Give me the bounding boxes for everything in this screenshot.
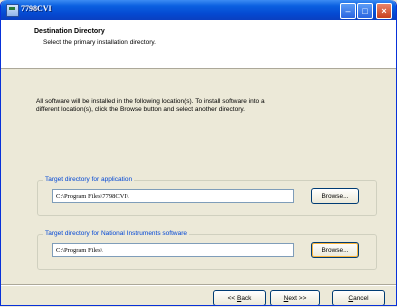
app-directory-label: Target directory for application (43, 176, 135, 183)
minimize-button[interactable]: – (340, 3, 356, 19)
app-directory-group: Target directory for application C:\Prog… (37, 176, 377, 216)
cancel-button[interactable]: Cancel (332, 290, 385, 305)
page-subtitle: Select the primary installation director… (43, 39, 156, 46)
page-title: Destination Directory (34, 28, 105, 35)
close-button[interactable]: × (376, 3, 392, 19)
installer-window: 7798CVI – □ × Destination Directory Sele… (0, 0, 397, 306)
back-label-rest: ack (241, 295, 252, 302)
ni-browse-button[interactable]: Browse... (311, 242, 359, 258)
intro-line-1: All software will be installed in the fo… (36, 98, 265, 105)
app-directory-field[interactable]: C:\Program Files\7798CVI\ (52, 189, 294, 203)
ni-directory-field[interactable]: C:\Program Files\ (52, 243, 294, 257)
next-label-rest: ext >> (288, 295, 307, 302)
wizard-header: Destination Directory Select the primary… (1, 20, 396, 69)
minimize-icon: – (345, 6, 351, 16)
footer-divider (1, 284, 396, 286)
maximize-button[interactable]: □ (357, 3, 373, 19)
installer-icon (6, 4, 19, 17)
intro-text: All software will be installed in the fo… (36, 98, 336, 114)
cancel-label-rest: ancel (353, 295, 369, 302)
maximize-icon: □ (362, 6, 368, 16)
intro-line-2: different location(s), click the Browse … (36, 106, 245, 113)
close-icon: × (381, 6, 387, 16)
back-prefix: << (227, 295, 237, 302)
next-button[interactable]: Next >> (270, 290, 320, 305)
ni-directory-group: Target directory for National Instrument… (37, 230, 377, 270)
ni-directory-label: Target directory for National Instrument… (43, 230, 189, 237)
app-browse-button[interactable]: Browse... (311, 188, 359, 204)
window-title: 7798CVI (21, 4, 52, 13)
title-bar[interactable]: 7798CVI – □ × (1, 0, 396, 20)
back-button[interactable]: << Back (213, 290, 266, 305)
